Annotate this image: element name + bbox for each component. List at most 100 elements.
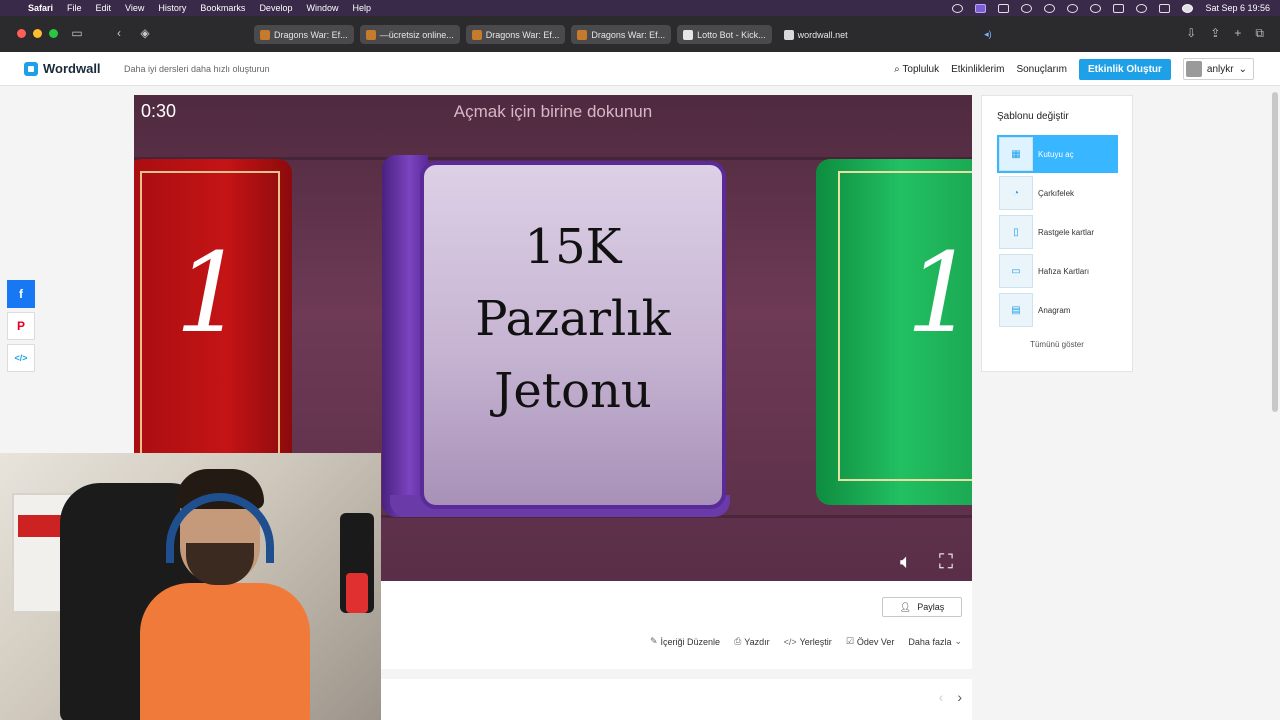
wifi-icon[interactable]	[1113, 3, 1125, 13]
tab-dragons-war-3[interactable]: Dragons War: Ef...	[571, 25, 672, 44]
activity-actions-panel: 👤︎ Paylaş ✎ İçeriği Düzenle ⎙ Yazdır </> Ye…	[381, 581, 972, 669]
menu-bookmarks[interactable]: Bookmarks	[200, 3, 245, 13]
share-button[interactable]: 👤︎ Paylaş	[882, 597, 962, 617]
page-scrollbar[interactable]	[1272, 92, 1278, 412]
tab-favicon	[683, 29, 694, 40]
headphones-icon[interactable]	[1090, 3, 1102, 13]
close-window-button[interactable]	[17, 29, 26, 38]
chevron-right-icon[interactable]: ›	[957, 689, 962, 705]
chevron-down-icon: ⌄	[954, 636, 962, 646]
user-menu[interactable]: anlykr ⌄	[1182, 58, 1254, 80]
box-grid-icon: ▦	[999, 137, 1033, 171]
site-header: Wordwall Daha iyi dersleri daha hızlı ol…	[0, 52, 1280, 86]
more-dropdown[interactable]: Daha fazla ⌄	[908, 636, 962, 647]
print-link[interactable]: ⎙ Yazdır	[734, 636, 770, 647]
back-icon[interactable]: ‹	[112, 26, 126, 40]
webcam-overlay	[0, 453, 381, 720]
create-activity-button[interactable]: Etkinlik Oluştur	[1079, 58, 1171, 80]
sidebar-icon[interactable]: ▭	[70, 26, 84, 40]
menu-window[interactable]: Window	[306, 3, 338, 13]
assign-link[interactable]: ☑ Ödev Ver	[846, 636, 895, 647]
template-random-cards[interactable]: ▯ Rastgele kartlar	[997, 213, 1118, 251]
tab-favicon	[471, 29, 482, 40]
book-right-number: 1	[906, 229, 972, 357]
book-right[interactable]: 1	[816, 159, 972, 505]
menu-edit[interactable]: Edit	[96, 3, 112, 13]
menu-app-name[interactable]: Safari	[28, 3, 53, 13]
control-center-icon[interactable]	[1159, 3, 1171, 13]
menu-help[interactable]: Help	[352, 3, 371, 13]
template-open-the-box[interactable]: ▦ Kutuyu aç	[997, 135, 1118, 173]
nav-community[interactable]: ⌕ Topluluk	[894, 64, 939, 75]
new-tab-icon[interactable]: +	[1234, 26, 1241, 41]
zoom-window-button[interactable]	[49, 29, 58, 38]
pinterest-share-button[interactable]: P	[7, 312, 35, 340]
browser-toolbar: ▭ ‹ ◈ Dragons War: Ef... —ücretsiz onlin…	[0, 16, 1280, 52]
menu-file[interactable]: File	[67, 3, 82, 13]
window-controls	[17, 29, 58, 38]
book-center-label: 15K Pazarlık Jetonu	[475, 219, 671, 419]
fullscreen-icon[interactable]: ⛶	[939, 551, 953, 574]
show-all-templates-link[interactable]: Tümünü göster	[982, 340, 1132, 349]
template-anagram[interactable]: ▤ Anagram	[997, 291, 1118, 329]
download-icon[interactable]: ⇩	[1186, 26, 1196, 41]
pager-panel: ‹ ›	[381, 679, 972, 720]
template-spin-wheel[interactable]: ◔ Çarkıfelek	[997, 174, 1118, 212]
edit-content-link[interactable]: ✎ İçeriği Düzenle	[650, 636, 720, 647]
embed-share-button[interactable]: </>	[7, 344, 35, 372]
menubar-clock[interactable]: Sat Sep 6 19:56	[1205, 3, 1270, 13]
speaker-icon[interactable]: ◂)	[984, 29, 992, 40]
menu-history[interactable]: History	[158, 3, 186, 13]
avatar	[1185, 61, 1202, 77]
printer-icon: ⎙	[734, 636, 742, 646]
site-tagline: Daha iyi dersleri daha hızlı oluşturun	[124, 64, 270, 74]
minimize-window-button[interactable]	[33, 29, 42, 38]
shield-icon[interactable]: ◈	[138, 26, 152, 40]
embed-link[interactable]: </> Yerleştir	[784, 636, 832, 647]
nav-my-results[interactable]: Sonuçlarım	[1016, 64, 1067, 75]
streamer-shirt	[140, 583, 310, 720]
game-instruction: Açmak için birine dokunun	[453, 102, 653, 121]
facebook-share-button[interactable]: f	[7, 280, 35, 308]
screen: Safari File Edit View History Bookmarks …	[0, 0, 1280, 720]
book-center[interactable]: 15K Pazarlık Jetonu	[420, 161, 726, 509]
wordwall-logo[interactable]: Wordwall	[24, 61, 101, 76]
macos-menubar: Safari File Edit View History Bookmarks …	[0, 0, 1280, 16]
menu-view[interactable]: View	[125, 3, 144, 13]
tab-bar: Dragons War: Ef... —ücretsiz online... D…	[254, 25, 998, 44]
template-switcher: Şablonu değiştir ▦ Kutuyu aç ◔ Çarkıfele…	[981, 95, 1133, 372]
menu-develop[interactable]: Develop	[259, 3, 292, 13]
tab-favicon	[577, 29, 588, 40]
tab-dragons-war-1[interactable]: Dragons War: Ef...	[254, 25, 354, 44]
volume-icon[interactable]: 🔈︎	[900, 551, 912, 574]
tab-overview-icon[interactable]: ⧉	[1255, 26, 1264, 41]
tab-dragons-war-2[interactable]: Dragons War: Ef...	[465, 25, 566, 44]
grid-icon[interactable]	[998, 3, 1010, 13]
template-flash-cards[interactable]: ▭ Hafıza Kartları	[997, 252, 1118, 290]
chevron-left-icon[interactable]: ‹	[939, 689, 944, 705]
status-app-icon[interactable]	[952, 3, 964, 13]
wordwall-logo-icon	[24, 61, 38, 76]
siri-icon[interactable]	[1182, 3, 1194, 13]
tab-lotto-bot[interactable]: Lotto Bot - Kick...	[677, 25, 772, 44]
wheel-icon: ◔	[999, 176, 1033, 210]
settings-icon[interactable]	[1021, 3, 1033, 13]
share-user-icon: 👤︎	[899, 601, 912, 612]
tab-ucretsiz-online[interactable]: —ücretsiz online...	[359, 25, 460, 44]
share-icon[interactable]: ⇪	[1210, 26, 1220, 41]
tab-favicon	[365, 29, 376, 40]
nav-my-activities[interactable]: Etkinliklerim	[951, 64, 1004, 75]
activity-actions: ✎ İçeriği Düzenle ⎙ Yazdır </> Yerleştir ☑ Ö…	[650, 636, 962, 647]
play-icon[interactable]	[1044, 3, 1056, 13]
template-switcher-title: Şablonu değiştir	[997, 111, 1069, 122]
chevron-down-icon: ⌄	[1238, 63, 1247, 75]
spotlight-icon[interactable]	[1136, 3, 1148, 13]
screen-record-icon[interactable]	[975, 3, 987, 13]
moon-icon[interactable]	[1067, 3, 1079, 13]
tab-favicon	[783, 29, 794, 40]
site-nav: ⌕ Topluluk Etkinliklerim Sonuçlarım Etki…	[894, 58, 1254, 80]
facebook-icon: f	[19, 287, 23, 301]
embed-icon: </>	[14, 353, 28, 363]
tab-wordwall-active[interactable]: wordwall.net ◂)	[778, 25, 998, 44]
check-square-icon: ☑	[845, 636, 854, 646]
